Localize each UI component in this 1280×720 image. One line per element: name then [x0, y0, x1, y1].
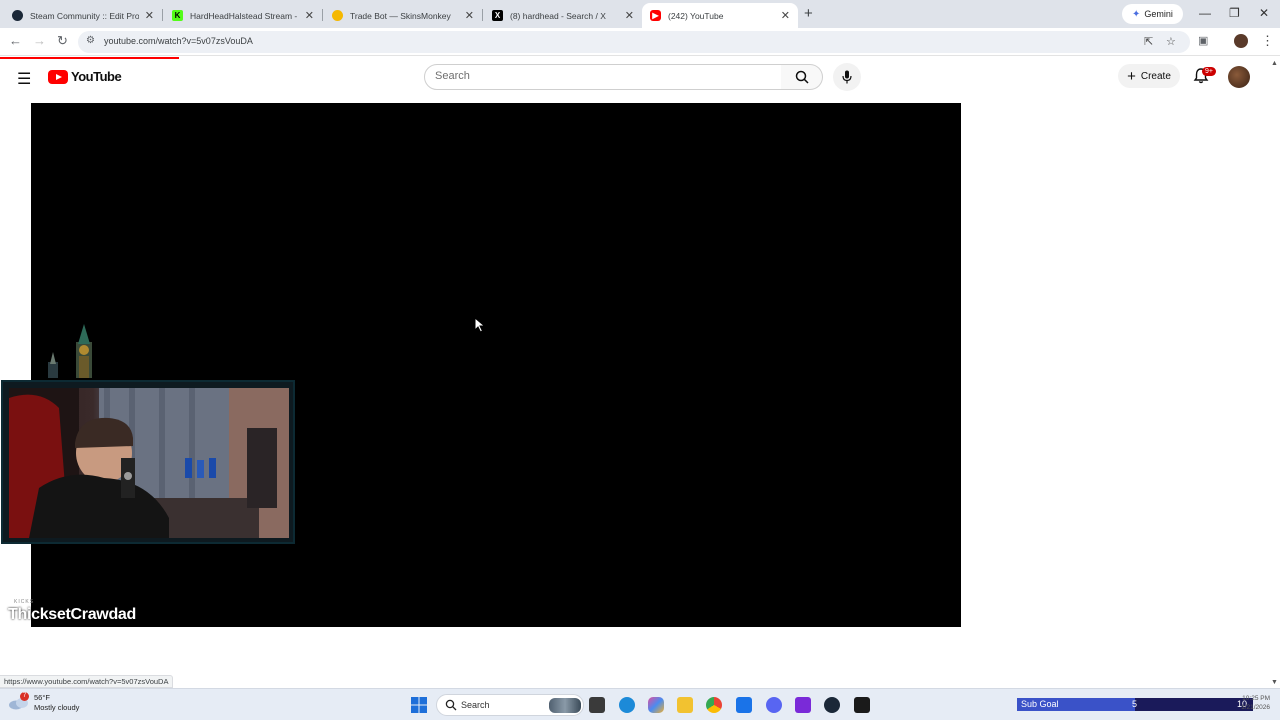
task-view-icon[interactable]	[589, 697, 605, 713]
taskbar-search-label: Search	[461, 700, 490, 710]
url-text[interactable]: youtube.com/watch?v=5v07zsVouDA	[104, 36, 253, 46]
search-icon	[795, 70, 809, 84]
page-load-progress-bar	[0, 57, 179, 59]
tab-title: (8) hardhead - Search / X	[510, 10, 606, 21]
new-tab-button[interactable]: +	[804, 5, 813, 22]
tab-separator	[162, 9, 163, 21]
mouse-cursor-icon	[474, 317, 486, 333]
address-bar[interactable]: ⚙ youtube.com/watch?v=5v07zsVouDA ⇱ ☆	[78, 31, 1190, 53]
youtube-play-logo-icon	[48, 69, 68, 84]
windows-start-icon[interactable]	[411, 697, 427, 713]
video-player[interactable]	[31, 103, 961, 627]
bookmark-star-icon[interactable]: ☆	[1166, 35, 1176, 48]
search-icon	[445, 699, 457, 711]
youtube-icon: ▶	[650, 10, 661, 21]
youtube-logo-text: YouTube	[71, 69, 122, 84]
page-scrollbar[interactable]	[1270, 56, 1280, 688]
tab-kick-stream[interactable]: K HardHeadHalstead Stream - W ✕	[164, 3, 322, 28]
discord-icon[interactable]	[766, 697, 782, 713]
overlay-small-caption: KICKS	[14, 599, 35, 605]
streamer-name-overlay: ThicksetCrawdad	[8, 606, 136, 623]
install-app-icon[interactable]: ⇱	[1144, 35, 1153, 48]
tab-separator	[322, 9, 323, 21]
clock-date: 1/21/2026	[1241, 704, 1270, 711]
notification-count-badge: 9+	[1202, 67, 1216, 76]
steam-icon	[12, 10, 23, 21]
copilot-icon[interactable]	[648, 697, 664, 713]
forward-arrow-icon[interactable]: →	[33, 33, 46, 48]
sub-goal-current: 5	[1132, 699, 1138, 709]
tab-title: Steam Community :: Edit Profile	[30, 10, 139, 21]
trophy-decoration-icon	[48, 324, 92, 378]
back-arrow-icon[interactable]: ←	[9, 33, 22, 48]
search-button[interactable]	[781, 64, 823, 90]
weather-temperature: 56°F	[34, 693, 50, 702]
file-explorer-icon[interactable]	[677, 697, 693, 713]
gemini-label: Gemini	[1144, 9, 1173, 19]
create-button[interactable]: + Create	[1118, 64, 1180, 88]
search-input[interactable]	[435, 70, 765, 82]
tab-title: HardHeadHalstead Stream - W	[190, 10, 299, 21]
taskbar-clock[interactable]: 10:25 PM 1/21/2026	[1230, 694, 1270, 712]
reload-icon[interactable]: ↻	[57, 33, 68, 49]
webcam-overlay	[1, 380, 295, 544]
tab-skinsmonkey[interactable]: Trade Bot — SkinsMonkey ✕	[324, 3, 482, 28]
status-bar-url: https://www.youtube.com/watch?v=5v07zsVo…	[0, 675, 174, 688]
site-info-icon[interactable]: ⚙	[86, 35, 95, 46]
create-label: Create	[1140, 70, 1171, 82]
tab-x-search[interactable]: X (8) hardhead - Search / X ✕	[484, 3, 642, 28]
tab-separator	[482, 9, 483, 21]
taskbar-search-box[interactable]: Search	[436, 694, 584, 716]
close-icon[interactable]: ✕	[305, 9, 314, 22]
restore-button[interactable]: ❐	[1229, 6, 1240, 20]
search-box[interactable]	[424, 64, 782, 90]
clock-time: 10:25 PM	[1242, 695, 1270, 702]
youtube-header: ☰ YouTube + Create 9+	[0, 56, 1270, 100]
sub-goal-progress-bar: Sub Goal 5 10	[1017, 698, 1253, 711]
close-icon[interactable]: ✕	[145, 9, 154, 22]
browser-toolbar: ← → ↻ ⚙ youtube.com/watch?v=5v07zsVouDA …	[0, 28, 1280, 56]
tab-steam-community[interactable]: Steam Community :: Edit Profile ✕	[4, 3, 162, 28]
gemini-icon: ✦	[1132, 8, 1141, 20]
account-avatar[interactable]	[1228, 66, 1250, 88]
weather-widget[interactable]: 56°F Mostly cloudy	[8, 693, 79, 713]
tab-title: (242) YouTube	[668, 10, 724, 21]
microphone-icon	[842, 70, 852, 84]
kick-icon: K	[172, 10, 183, 21]
voice-search-button[interactable]	[833, 63, 861, 91]
tab-title: Trade Bot — SkinsMonkey	[350, 10, 451, 21]
close-icon[interactable]: ✕	[625, 9, 634, 22]
webcam-feed-image	[9, 388, 289, 538]
browser-menu-icon[interactable]: ⋮	[1261, 33, 1274, 49]
scroll-up-arrow-icon[interactable]: ▲	[1271, 60, 1278, 67]
x-icon: X	[492, 10, 503, 21]
plus-icon: +	[1127, 67, 1136, 85]
skinsmonkey-icon	[332, 10, 343, 21]
weather-alert-badge: 7	[20, 692, 29, 701]
edge-icon[interactable]	[619, 697, 635, 713]
close-icon[interactable]: ✕	[465, 9, 474, 22]
side-panel-icon[interactable]: ▣	[1198, 34, 1208, 47]
notepad-icon[interactable]	[736, 697, 752, 713]
browser-profile-avatar[interactable]	[1234, 34, 1248, 48]
kick-app-icon[interactable]	[854, 697, 870, 713]
chrome-icon[interactable]	[706, 697, 722, 713]
close-icon[interactable]: ✕	[781, 9, 790, 22]
scroll-down-arrow-icon[interactable]: ▼	[1271, 679, 1278, 686]
minimize-button[interactable]: —	[1199, 6, 1211, 20]
hamburger-menu-icon[interactable]: ☰	[17, 69, 31, 89]
tab-youtube[interactable]: ▶ (242) YouTube ✕	[642, 3, 798, 28]
sub-goal-label: Sub Goal	[1021, 699, 1059, 709]
search-highlight-image	[549, 698, 581, 713]
weather-description: Mostly cloudy	[34, 703, 80, 712]
close-window-button[interactable]: ✕	[1259, 6, 1269, 20]
steam-icon[interactable]	[824, 697, 840, 713]
gemini-button[interactable]: ✦ Gemini	[1122, 4, 1183, 24]
youtube-logo[interactable]: YouTube	[48, 69, 122, 84]
browser-tab-strip: Steam Community :: Edit Profile ✕ K Hard…	[0, 0, 1280, 28]
obs-clipchamp-icon[interactable]	[795, 697, 811, 713]
